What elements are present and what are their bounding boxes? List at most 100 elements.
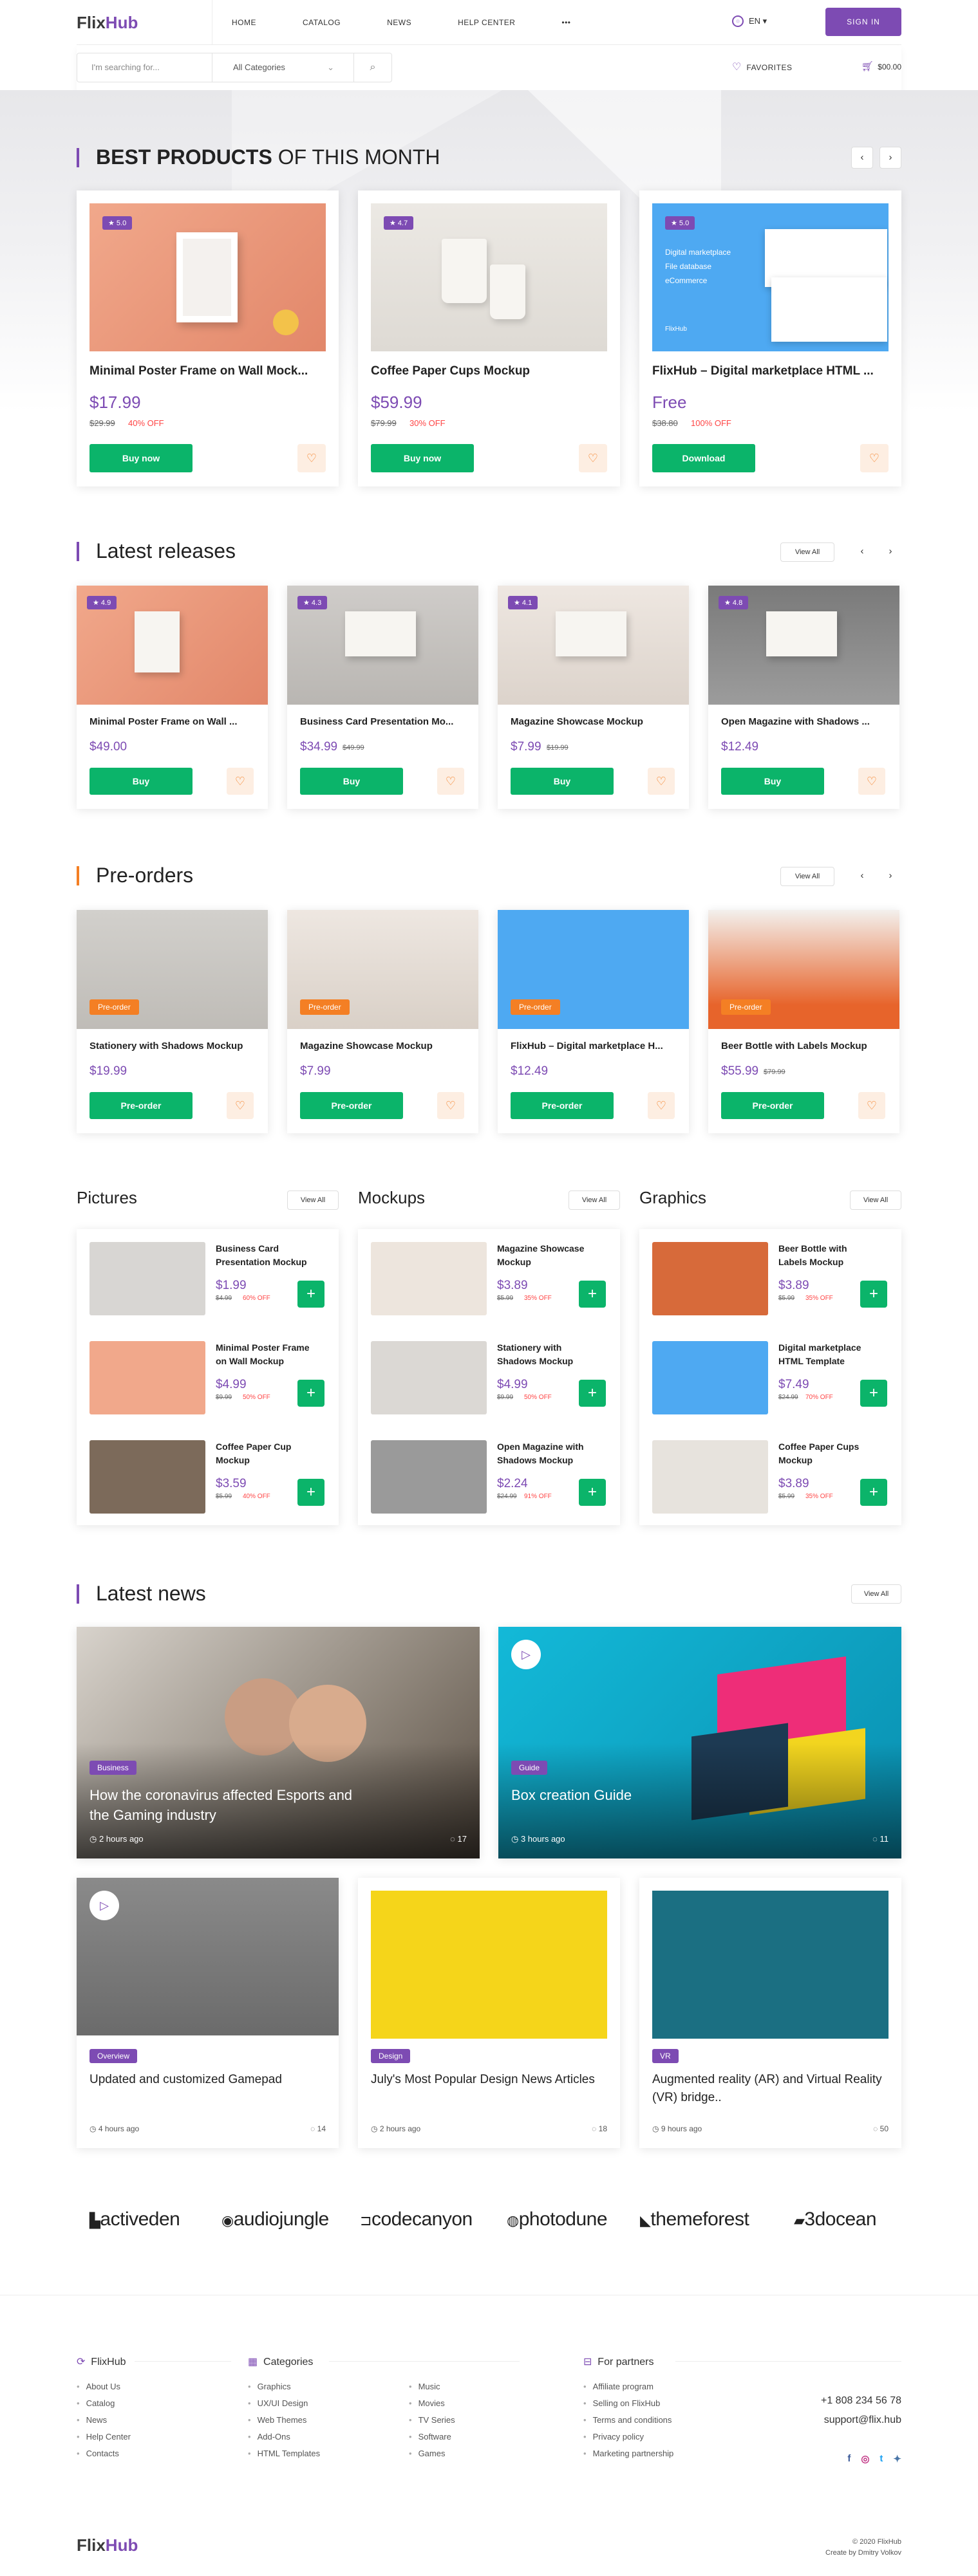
category-tag[interactable]: VR xyxy=(652,2049,679,2063)
product-card[interactable]: Pre-order FlixHub – Digital marketplace … xyxy=(498,910,689,1133)
next-arrow-icon[interactable]: › xyxy=(879,541,901,563)
twitter-icon[interactable]: t xyxy=(879,2453,883,2465)
heart-icon[interactable]: ♡ xyxy=(227,1092,254,1119)
preorder-button[interactable]: Pre-order xyxy=(300,1092,403,1119)
preorder-button[interactable]: Pre-order xyxy=(89,1092,193,1119)
product-title[interactable]: Minimal Poster Frame on Wall ... xyxy=(89,716,257,727)
product-title[interactable]: Business Card Presentation Mockup xyxy=(216,1242,307,1269)
view-all-button[interactable]: View All xyxy=(780,867,834,886)
prev-arrow-icon[interactable]: ‹ xyxy=(851,541,873,563)
footer-link[interactable]: Marketing partnership xyxy=(583,2445,674,2462)
footer-link[interactable]: News xyxy=(77,2412,131,2429)
add-to-cart-icon[interactable]: + xyxy=(579,1479,606,1506)
footer-link[interactable]: Music xyxy=(409,2378,455,2395)
buy-button[interactable]: Buy xyxy=(89,768,193,795)
news-title[interactable]: Updated and customized Gamepad xyxy=(89,2071,321,2089)
product-card[interactable]: Pre-order Stationery with Shadows Mockup… xyxy=(77,910,268,1133)
buy-now-button[interactable]: Buy now xyxy=(371,444,474,472)
product-title[interactable]: Open Magazine with Shadows ... xyxy=(721,716,889,727)
heart-icon[interactable]: ♡ xyxy=(437,1092,464,1119)
instagram-icon[interactable]: ◎ xyxy=(861,2453,869,2465)
heart-icon[interactable]: ♡ xyxy=(437,768,464,795)
heart-icon[interactable]: ♡ xyxy=(579,444,607,472)
vk-icon[interactable]: ✦ xyxy=(893,2453,901,2465)
heart-icon[interactable]: ♡ xyxy=(860,444,889,472)
brand-logo[interactable]: ⊐codecanyon xyxy=(360,2209,473,2230)
product-title[interactable]: Business Card Presentation Mo... xyxy=(300,716,467,727)
news-card[interactable]: VR Augmented reality (AR) and Virtual Re… xyxy=(639,1878,901,2148)
footer-link[interactable]: UX/UI Design xyxy=(248,2395,320,2412)
brand-logo[interactable]: ◉audiojungle xyxy=(221,2209,329,2230)
category-tag[interactable]: Guide xyxy=(511,1761,548,1775)
view-all-button[interactable]: View All xyxy=(850,1191,901,1210)
brand-logo[interactable]: ▙activeden xyxy=(89,2209,180,2230)
product-title[interactable]: Open Magazine with Shadows Mockup xyxy=(497,1440,584,1467)
preorder-button[interactable]: Pre-order xyxy=(721,1092,824,1119)
product-thumb[interactable] xyxy=(371,1242,487,1315)
prev-arrow-icon[interactable]: ‹ xyxy=(851,147,873,169)
product-thumb[interactable] xyxy=(652,1440,768,1514)
add-to-cart-icon[interactable]: + xyxy=(860,1281,887,1308)
footer-link[interactable]: About Us xyxy=(77,2378,131,2395)
preorder-button[interactable]: Pre-order xyxy=(511,1092,614,1119)
product-title[interactable]: Beer Bottle with Labels Mockup xyxy=(778,1242,847,1269)
footer-link[interactable]: Movies xyxy=(409,2395,455,2412)
add-to-cart-icon[interactable]: + xyxy=(860,1479,887,1506)
footer-link[interactable]: Affiliate program xyxy=(583,2378,673,2395)
product-card[interactable]: ★ 4.1 Magazine Showcase Mockup $7.99 $19… xyxy=(498,586,689,809)
footer-link[interactable]: Catalog xyxy=(77,2395,131,2412)
buy-button[interactable]: Buy xyxy=(511,768,614,795)
play-icon[interactable]: ▷ xyxy=(511,1640,541,1669)
product-title[interactable]: Beer Bottle with Labels Mockup xyxy=(721,1041,889,1052)
news-card[interactable]: ▷ Guide Box creation Guide ◷ 3 hours ago… xyxy=(498,1627,901,1858)
view-all-button[interactable]: View All xyxy=(569,1191,620,1210)
buy-button[interactable]: Buy xyxy=(300,768,403,795)
add-to-cart-icon[interactable]: + xyxy=(297,1479,324,1506)
news-title[interactable]: Box creation Guide xyxy=(511,1785,788,1805)
brand-logo[interactable]: ▰3docean xyxy=(794,2209,877,2230)
buy-button[interactable]: Buy xyxy=(721,768,824,795)
play-icon[interactable]: ▷ xyxy=(89,1891,119,1920)
footer-link[interactable]: Web Themes xyxy=(248,2412,320,2429)
product-thumb[interactable] xyxy=(371,1341,487,1414)
footer-link[interactable]: Games xyxy=(409,2445,455,2462)
product-card[interactable]: ★ 4.3 Business Card Presentation Mo... $… xyxy=(287,586,478,809)
add-to-cart-icon[interactable]: + xyxy=(579,1380,606,1407)
footer-link[interactable]: TV Series xyxy=(409,2412,455,2429)
footer-link[interactable]: HTML Templates xyxy=(248,2445,321,2462)
product-title[interactable]: Minimal Poster Frame on Wall Mock... xyxy=(89,364,326,378)
product-title[interactable]: Magazine Showcase Mockup xyxy=(300,1041,467,1052)
product-title[interactable]: Stationery with Shadows Mockup xyxy=(497,1341,573,1368)
heart-icon[interactable]: ♡ xyxy=(648,768,675,795)
category-tag[interactable]: Design xyxy=(371,2049,411,2063)
product-title[interactable]: Magazine Showcase Mockup xyxy=(497,1242,584,1269)
product-card[interactable]: ★ 5.0 Minimal Poster Frame on Wall Mock.… xyxy=(77,190,339,486)
email-link[interactable]: support@flix.hub xyxy=(821,2411,901,2430)
product-title[interactable]: Coffee Paper Cups Mockup xyxy=(778,1440,859,1467)
product-title[interactable]: Coffee Paper Cups Mockup xyxy=(371,364,607,378)
footer-link[interactable]: Help Center xyxy=(77,2429,131,2445)
heart-icon[interactable]: ♡ xyxy=(297,444,326,472)
add-to-cart-icon[interactable]: + xyxy=(297,1380,324,1407)
product-card[interactable]: ★ 4.9 Minimal Poster Frame on Wall ... $… xyxy=(77,586,268,809)
news-title[interactable]: Augmented reality (AR) and Virtual Reali… xyxy=(652,2071,884,2107)
news-title[interactable]: How the coronavirus affected Esports and… xyxy=(89,1785,366,1825)
product-title[interactable]: Digital marketplace HTML Template xyxy=(778,1341,861,1368)
product-title[interactable]: FlixHub – Digital marketplace H... xyxy=(511,1041,678,1052)
news-card[interactable]: Business How the coronavirus affected Es… xyxy=(77,1627,480,1858)
next-arrow-icon[interactable]: › xyxy=(879,866,901,887)
download-button[interactable]: Download xyxy=(652,444,755,472)
news-card[interactable]: Design July's Most Popular Design News A… xyxy=(358,1878,620,2148)
product-thumb[interactable] xyxy=(652,1242,768,1315)
next-arrow-icon[interactable]: › xyxy=(879,147,901,169)
buy-now-button[interactable]: Buy now xyxy=(89,444,193,472)
footer-link[interactable]: Terms and conditions xyxy=(583,2412,673,2429)
product-title[interactable]: Magazine Showcase Mockup xyxy=(511,716,678,727)
brand-logo[interactable]: ◣themeforest xyxy=(640,2209,749,2230)
heart-icon[interactable]: ♡ xyxy=(858,1092,885,1119)
news-card[interactable]: ▷ Overview Updated and customized Gamepa… xyxy=(77,1878,339,2148)
product-title[interactable]: FlixHub – Digital marketplace HTML ... xyxy=(652,364,889,378)
footer-link[interactable]: Add-Ons xyxy=(248,2429,320,2445)
footer-link[interactable]: Contacts xyxy=(77,2445,131,2462)
product-thumb[interactable] xyxy=(89,1242,205,1315)
